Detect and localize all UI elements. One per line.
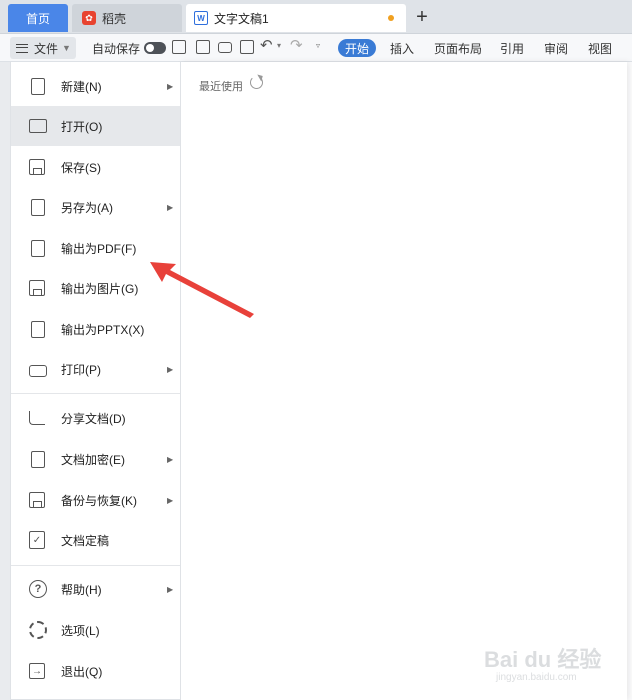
tab-document-label: 文字文稿1 (214, 11, 269, 26)
menu-item-options[interactable]: 选项(L) (11, 610, 180, 650)
menu-item-label: 分享文档(D) (61, 411, 126, 426)
watermark-subtext: jingyan.baidu.com (496, 672, 577, 683)
export-pdf-quick-icon[interactable] (196, 40, 210, 54)
menu-item-label: 输出为PDF(F) (61, 241, 137, 256)
share-icon (29, 411, 45, 425)
help-icon: ? (29, 580, 47, 598)
encrypt-icon (31, 450, 45, 468)
new-tab-button[interactable]: + (412, 5, 432, 29)
tab-home-label: 首页 (25, 11, 50, 26)
submenu-arrow-icon: ▶ (167, 584, 174, 594)
submenu-arrow-icon: ▶ (167, 495, 174, 505)
menu-divider (11, 393, 180, 394)
save-icon (29, 159, 45, 175)
annotation-arrow-icon (150, 262, 254, 318)
redo-icon[interactable]: ↷ (290, 36, 303, 54)
print-quick-icon[interactable] (218, 42, 232, 53)
save-as-icon (31, 198, 45, 216)
export-pdf-icon (31, 239, 45, 257)
menu-item-label: 打印(P) (61, 362, 101, 377)
writer-doc-icon: W (194, 11, 208, 25)
menu-item-label: 备份与恢复(K) (61, 493, 137, 508)
undo-dropdown-icon[interactable]: ▾ (277, 41, 281, 50)
quick-access-more-icon[interactable]: ▿ (316, 41, 320, 50)
menu-item-label: 打开(O) (61, 119, 103, 134)
autosave-label: 自动保存 (92, 41, 141, 56)
menu-item-label: 文档加密(E) (61, 452, 125, 467)
menu-item-label: 输出为图片(G) (61, 281, 139, 296)
autosave-control[interactable]: 自动保存 (92, 34, 167, 62)
menu-item-exit[interactable]: → 退出(Q) (11, 651, 180, 691)
tab-page-layout[interactable]: 页面布局 (434, 34, 482, 62)
submenu-arrow-icon: ▶ (167, 454, 174, 464)
autosave-toggle[interactable] (144, 42, 167, 54)
hamburger-icon (16, 43, 28, 53)
recent-files-panel: 最近使用 (180, 62, 627, 700)
export-pptx-icon (31, 320, 45, 338)
submenu-arrow-icon: ▶ (167, 202, 174, 212)
watermark-text: Bai du 经验 (484, 647, 602, 672)
menu-item-new[interactable]: 新建(N) ▶ (11, 66, 180, 106)
menu-item-help[interactable]: ? 帮助(H) ▶ (11, 569, 180, 609)
print-preview-quick-icon[interactable] (240, 40, 254, 54)
printer-icon (29, 364, 47, 377)
tab-references[interactable]: 引用 (500, 34, 524, 62)
menu-item-print[interactable]: 打印(P) ▶ (11, 349, 180, 389)
menu-item-share[interactable]: 分享文档(D) (11, 398, 180, 438)
menu-item-encrypt[interactable]: 文档加密(E) ▶ (11, 439, 180, 479)
tab-document[interactable]: W 文字文稿1 (186, 4, 406, 32)
menu-item-save[interactable]: 保存(S) (11, 147, 180, 187)
menu-item-label: 文档定稿 (61, 533, 110, 548)
submenu-arrow-icon: ▶ (167, 81, 174, 91)
menu-item-open[interactable]: 打开(O) (11, 106, 180, 146)
menu-item-label: 输出为PPTX(X) (61, 322, 145, 337)
save-quick-icon[interactable] (172, 40, 186, 54)
finalize-icon: ✓ (29, 531, 45, 549)
tab-review[interactable]: 审阅 (544, 34, 568, 62)
file-menu-label: 文件 (34, 41, 59, 56)
menu-item-label: 新建(N) (61, 79, 102, 94)
tab-view[interactable]: 视图 (588, 34, 612, 62)
menu-item-label: 保存(S) (61, 160, 101, 175)
tab-daoke[interactable]: ✿ 稻壳 (72, 4, 182, 32)
tab-insert[interactable]: 插入 (390, 34, 414, 62)
menu-item-label: 选项(L) (61, 623, 100, 638)
baidu-watermark: Bai du 经验 jingyan.baidu.com (484, 642, 624, 692)
refresh-icon[interactable] (250, 76, 263, 89)
menu-item-backup[interactable]: 备份与恢复(K) ▶ (11, 480, 180, 520)
folder-open-icon (29, 119, 47, 133)
file-menu: 新建(N) ▶ 打开(O) 保存(S) 另存为(A) ▶ 输出为PDF(F) 输… (10, 62, 181, 700)
unsaved-dot-icon (388, 15, 394, 21)
tab-home[interactable]: 首页 (8, 4, 68, 32)
undo-icon[interactable]: ↶ (260, 36, 273, 54)
tab-bar: 首页 ✿ 稻壳 W 文字文稿1 + (0, 0, 632, 34)
tab-start[interactable]: 开始 (338, 39, 376, 57)
gear-icon (29, 621, 47, 639)
export-image-icon (29, 280, 45, 296)
chevron-down-icon: ▼ (62, 43, 71, 53)
menu-item-finalize[interactable]: ✓ 文档定稿 (11, 520, 180, 560)
menu-item-label: 另存为(A) (61, 200, 113, 215)
backup-icon (29, 492, 45, 508)
new-doc-icon (31, 77, 45, 95)
daoke-logo-icon: ✿ (82, 11, 96, 25)
menu-divider (11, 565, 180, 566)
menu-item-label: 退出(Q) (61, 664, 103, 679)
recent-title: 最近使用 (199, 81, 243, 93)
exit-icon: → (29, 663, 45, 679)
file-menu-button[interactable]: 文件 ▼ (10, 37, 76, 59)
menu-item-label: 帮助(H) (61, 582, 102, 597)
submenu-arrow-icon: ▶ (167, 364, 174, 374)
tab-daoke-label: 稻壳 (102, 11, 127, 26)
menu-item-save-as[interactable]: 另存为(A) ▶ (11, 187, 180, 227)
